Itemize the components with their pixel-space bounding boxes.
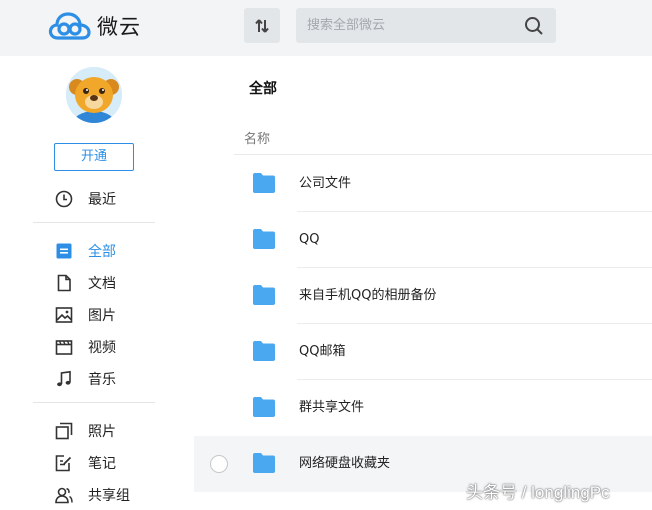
sidebar-item-videos[interactable]: 视频: [54, 334, 164, 360]
sidebar-item-notes[interactable]: 笔记: [54, 450, 164, 476]
sidebar-item-label: 共享组: [88, 488, 130, 504]
sidebar-item-recent[interactable]: 最近: [54, 186, 164, 212]
search-icon[interactable]: [524, 16, 544, 36]
cloud-logo-icon: [48, 12, 91, 40]
search-input[interactable]: [296, 8, 516, 43]
folder-icon: [253, 341, 275, 365]
sidebar-item-share-group[interactable]: 共享组: [54, 482, 164, 508]
sidebar-item-label: 图片: [88, 308, 116, 324]
sidebar-item-label: 全部: [88, 244, 116, 260]
folder-icon: [253, 285, 275, 309]
photo-icon: [54, 421, 74, 441]
activate-button[interactable]: 开通: [54, 143, 134, 171]
watermark: 头条号 / longlingPc: [466, 483, 610, 502]
sidebar-item-documents[interactable]: 文档: [54, 270, 164, 296]
folder-icon: [253, 229, 275, 253]
all-files-icon: [54, 241, 74, 261]
sidebar-divider: [33, 222, 155, 223]
clock-icon: [54, 189, 74, 209]
app-name: 微云: [97, 15, 141, 39]
video-icon: [54, 337, 74, 357]
sidebar-item-music[interactable]: 音乐: [54, 366, 164, 392]
sidebar: 开通 最近 全部 文档 图片 视频 音乐 照片 笔记 共享组: [0, 56, 175, 510]
table-row[interactable]: 群共享文件: [194, 380, 652, 436]
file-name[interactable]: QQ邮箱: [299, 324, 345, 380]
sort-button[interactable]: [244, 8, 280, 43]
top-bar: 微云: [0, 0, 652, 56]
file-name[interactable]: 来自手机QQ的相册备份: [299, 268, 436, 324]
sidebar-item-images[interactable]: 图片: [54, 302, 164, 328]
image-icon: [54, 305, 74, 325]
sidebar-item-label: 视频: [88, 340, 116, 356]
table-row[interactable]: 公司文件: [194, 156, 652, 212]
folder-icon: [253, 397, 275, 421]
select-checkbox[interactable]: [210, 455, 228, 473]
column-header-name[interactable]: 名称: [244, 128, 270, 147]
sidebar-item-photos[interactable]: 照片: [54, 418, 164, 444]
music-icon: [54, 369, 74, 389]
folder-icon: [253, 453, 275, 477]
sidebar-item-all[interactable]: 全部: [54, 238, 164, 264]
avatar[interactable]: [66, 67, 122, 123]
breadcrumb[interactable]: 全部: [249, 78, 277, 98]
file-name[interactable]: 网络硬盘收藏夹: [299, 436, 390, 492]
search-box: [296, 8, 556, 43]
sidebar-item-label: 笔记: [88, 456, 116, 472]
document-icon: [54, 273, 74, 293]
sidebar-item-label: 照片: [88, 424, 116, 440]
file-list-panel: 全部 名称 公司文件 QQ 来自手机QQ的相册备份 QQ邮箱 群共享文件 网络硬…: [194, 56, 652, 510]
header-divider: [234, 154, 652, 155]
file-name[interactable]: 公司文件: [299, 156, 351, 212]
table-row[interactable]: QQ: [194, 212, 652, 268]
table-row[interactable]: 来自手机QQ的相册备份: [194, 268, 652, 324]
note-icon: [54, 453, 74, 473]
app-logo[interactable]: 微云: [47, 10, 141, 42]
bear-avatar-icon: [66, 67, 122, 123]
sidebar-item-label: 文档: [88, 276, 116, 292]
file-name[interactable]: QQ: [299, 212, 319, 268]
sidebar-item-label: 最近: [88, 192, 116, 208]
sort-arrows-icon: [255, 18, 269, 33]
sidebar-divider: [33, 402, 155, 403]
folder-icon: [253, 173, 275, 197]
table-row[interactable]: QQ邮箱: [194, 324, 652, 380]
file-name[interactable]: 群共享文件: [299, 380, 364, 436]
sidebar-item-label: 音乐: [88, 372, 116, 388]
share-group-icon: [54, 485, 74, 505]
